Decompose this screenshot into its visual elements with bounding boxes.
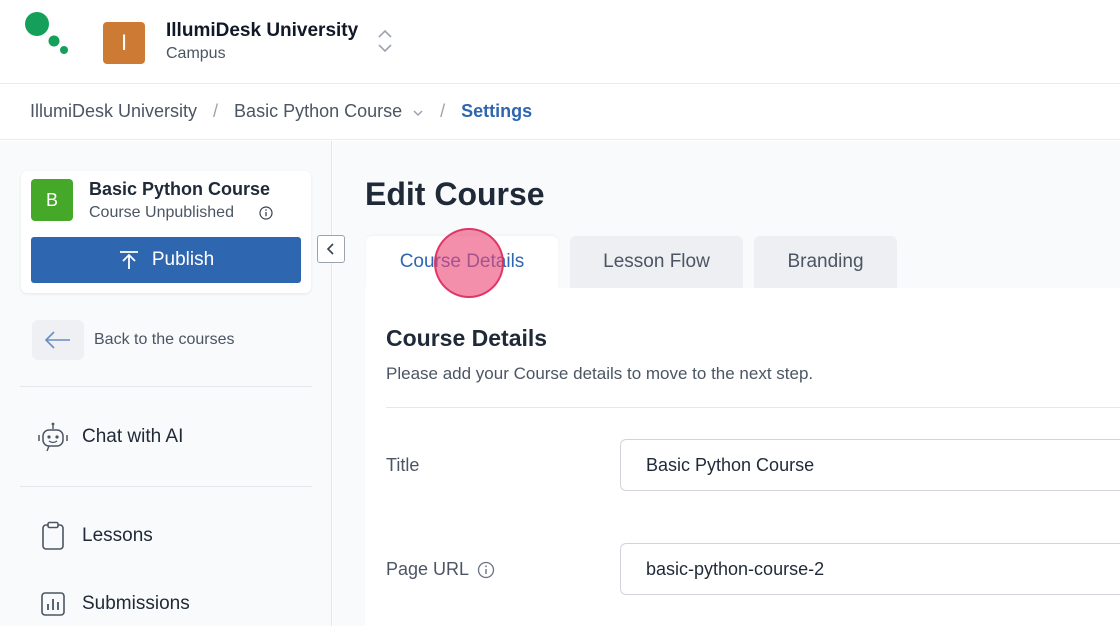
chevron-left-icon xyxy=(326,243,334,255)
publish-label: Publish xyxy=(151,249,215,270)
title-label-text: Title xyxy=(386,455,420,475)
course-card: B Basic Python Course Course Unpublished… xyxy=(21,171,311,293)
page-url-label: Page URL xyxy=(386,559,495,580)
chevron-down-icon[interactable] xyxy=(412,107,424,119)
breadcrumb-org[interactable]: IllumiDesk University xyxy=(30,101,197,122)
back-label[interactable]: Back to the courses xyxy=(94,331,235,349)
page-url-input[interactable] xyxy=(620,543,1120,595)
main-content: Edit Course Course Details Lesson Flow B… xyxy=(333,141,1120,626)
sidebar-item-label: Chat with AI xyxy=(82,426,184,447)
title-label: Title xyxy=(386,455,419,476)
bar-chart-icon xyxy=(41,592,65,616)
sidebar-divider xyxy=(20,486,312,487)
robot-icon xyxy=(38,422,68,452)
illumidesk-logo-icon[interactable] xyxy=(22,10,72,60)
course-details-panel: Course Details Please add your Course de… xyxy=(365,288,1120,626)
top-header: I IllumiDesk University Campus xyxy=(0,0,1120,84)
sidebar-item-lessons[interactable]: Lessons xyxy=(36,519,153,553)
breadcrumb-separator: / xyxy=(440,101,446,121)
title-input[interactable] xyxy=(620,439,1120,491)
course-title: Basic Python Course xyxy=(89,179,271,199)
info-icon[interactable] xyxy=(259,206,273,220)
arrow-left-icon xyxy=(44,331,70,349)
collapse-sidebar-button[interactable] xyxy=(317,235,345,263)
tab-branding[interactable]: Branding xyxy=(754,236,897,288)
breadcrumb-settings[interactable]: Settings xyxy=(461,101,532,122)
breadcrumb-separator: / xyxy=(213,101,219,121)
sidebar: B Basic Python Course Course Unpublished… xyxy=(0,141,332,626)
publish-button[interactable]: Publish xyxy=(31,237,301,283)
back-to-courses-link[interactable]: Back to the courses xyxy=(32,320,235,360)
org-switcher-chevrons-icon[interactable] xyxy=(376,26,394,56)
upload-icon xyxy=(119,251,138,269)
section-description: Please add your Course details to move t… xyxy=(386,364,814,383)
clipboard-icon xyxy=(42,521,64,550)
org-name[interactable]: IllumiDesk University xyxy=(166,20,358,42)
breadcrumb: IllumiDesk University / Basic Python Cou… xyxy=(0,84,1120,140)
page-title: Edit Course xyxy=(365,176,545,212)
course-avatar: B xyxy=(31,179,73,221)
sidebar-item-submissions[interactable]: Submissions xyxy=(36,587,190,621)
course-status: Course Unpublished xyxy=(89,204,234,221)
breadcrumb-course[interactable]: Basic Python Course xyxy=(234,101,402,122)
section-title: Course Details xyxy=(386,325,548,351)
back-button[interactable] xyxy=(32,320,84,360)
info-icon[interactable] xyxy=(477,561,495,579)
tab-lesson-flow[interactable]: Lesson Flow xyxy=(570,236,743,288)
sidebar-item-chat-with-ai[interactable]: Chat with AI xyxy=(36,420,183,454)
sidebar-item-label: Submissions xyxy=(82,593,190,614)
panel-divider xyxy=(386,407,1120,408)
tab-course-details[interactable]: Course Details xyxy=(366,236,558,288)
org-subtitle: Campus xyxy=(166,45,226,62)
page-url-label-text: Page URL xyxy=(386,559,470,579)
sidebar-divider xyxy=(20,386,312,387)
sidebar-item-label: Lessons xyxy=(82,525,153,546)
org-avatar: I xyxy=(103,22,145,64)
